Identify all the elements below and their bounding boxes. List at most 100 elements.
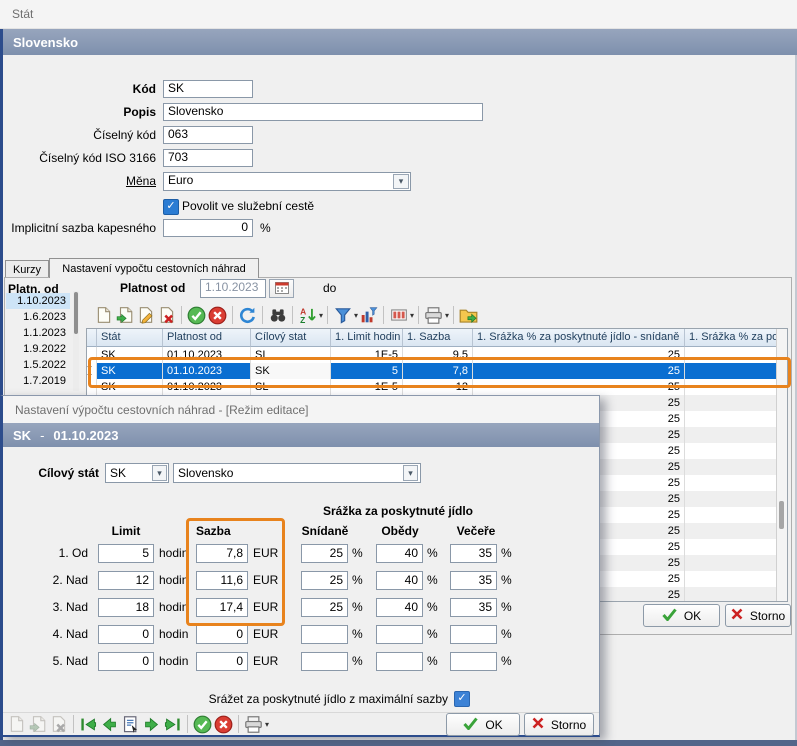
nav-prev-icon[interactable] <box>99 714 120 734</box>
printer-icon[interactable] <box>243 714 264 734</box>
binoculars-icon[interactable] <box>267 305 288 325</box>
main-ok-button[interactable]: OK <box>643 604 720 627</box>
page-edit-icon[interactable] <box>135 305 156 325</box>
limit-field[interactable]: 5 <box>98 544 154 563</box>
col-srazka-snidane[interactable]: 1. Srážka % za poskytnuté jídlo - snídan… <box>473 329 685 347</box>
filter-icon[interactable] <box>332 305 353 325</box>
confirm-icon[interactable] <box>192 714 213 734</box>
printer-dropdown-caret[interactable]: ▾ <box>445 311 449 320</box>
pocket-rate-field[interactable]: 0 <box>163 219 253 237</box>
rates-table-header[interactable]: Stát Platnost od Cílový stat 1. Limit ho… <box>87 329 787 347</box>
sort-dropdown-caret[interactable]: ▾ <box>319 311 323 320</box>
calendar-button[interactable] <box>269 279 294 298</box>
nav-first-icon[interactable] <box>78 714 99 734</box>
filter-chart-icon[interactable] <box>358 305 379 325</box>
rate-field[interactable]: 11,6 <box>196 571 248 590</box>
iso-kod-field[interactable]: 703 <box>163 149 253 167</box>
mena-combo[interactable]: Euro <box>163 172 411 191</box>
ciselny-kod-field[interactable]: 063 <box>163 126 253 144</box>
page-delete-icon[interactable] <box>156 305 177 325</box>
rate-field[interactable]: 17,4 <box>196 598 248 617</box>
mena-combo-arrow[interactable]: ▾ <box>393 174 409 189</box>
rate-field[interactable]: 0 <box>196 625 248 644</box>
lunch-field[interactable]: 40 <box>376 571 423 590</box>
breakfast-field[interactable] <box>301 625 348 644</box>
confirm-icon[interactable] <box>186 305 207 325</box>
dinner-field[interactable] <box>450 625 497 644</box>
inline-edit-cell[interactable]: SK <box>251 363 331 379</box>
mena-label[interactable]: Měna <box>0 172 156 190</box>
limit-field[interactable]: 0 <box>98 625 154 644</box>
dialog-titlebar[interactable]: Nastavení výpočtu cestovních náhrad - [R… <box>3 396 599 424</box>
col-sazba[interactable]: 1. Sazba <box>403 329 473 347</box>
breakfast-field[interactable] <box>301 652 348 671</box>
page-import-icon[interactable] <box>27 714 48 734</box>
table-row[interactable]: SK 01.10.2023 SI 1E-5 9,5 25 <box>87 347 787 363</box>
sort-az-icon[interactable]: AZ <box>297 305 318 325</box>
table-scrollbar[interactable] <box>776 329 787 601</box>
dialog-storno-button[interactable]: Storno <box>524 713 594 736</box>
columns-icon[interactable] <box>388 305 409 325</box>
limit-field[interactable]: 12 <box>98 571 154 590</box>
page-delete-icon[interactable] <box>48 714 69 734</box>
cancel-icon[interactable] <box>213 714 234 734</box>
dinner-field[interactable]: 35 <box>450 544 497 563</box>
lunch-field[interactable] <box>376 652 423 671</box>
side-list-scrollbar-thumb[interactable] <box>74 292 78 334</box>
nav-record-icon[interactable] <box>120 714 141 734</box>
main-window-titlebar[interactable]: Stát <box>0 0 797 29</box>
nav-last-icon[interactable] <box>162 714 183 734</box>
col-srazka-next[interactable]: 1. Srážka % za pos <box>685 329 787 347</box>
limit-field[interactable]: 0 <box>98 652 154 671</box>
tab-kurzy[interactable]: Kurzy <box>5 260 49 278</box>
max-rate-checkbox[interactable]: ✓ <box>454 691 470 707</box>
side-list-item[interactable]: 1.7.2019 <box>6 373 70 389</box>
printer-dropdown-caret[interactable]: ▾ <box>265 720 269 729</box>
popis-field[interactable]: Slovensko <box>163 103 483 121</box>
printer-icon[interactable] <box>423 305 444 325</box>
lunch-field[interactable]: 40 <box>376 598 423 617</box>
side-list-item[interactable]: 1.5.2022 <box>6 357 70 373</box>
kod-field[interactable]: SK <box>163 80 253 98</box>
side-list-item[interactable]: 1.6.2023 <box>6 309 70 325</box>
rate-field[interactable]: 0 <box>196 652 248 671</box>
breakfast-field[interactable]: 25 <box>301 571 348 590</box>
table-scrollbar-thumb[interactable] <box>779 501 784 529</box>
dialog-ok-button[interactable]: OK <box>446 713 520 736</box>
refresh-icon[interactable] <box>237 305 258 325</box>
row-label: 4. Nad <box>21 625 88 644</box>
side-list-item[interactable]: 1.10.2023 <box>6 293 70 309</box>
dinner-field[interactable] <box>450 652 497 671</box>
side-list-item[interactable]: 1.9.2022 <box>6 341 70 357</box>
col-stat[interactable]: Stát <box>97 329 163 347</box>
columns-dropdown-caret[interactable]: ▾ <box>410 311 414 320</box>
nav-next-icon[interactable] <box>141 714 162 734</box>
target-country-code-arrow[interactable]: ▾ <box>152 465 167 481</box>
page-import-icon[interactable] <box>114 305 135 325</box>
page-new-icon[interactable] <box>93 305 114 325</box>
target-country-name-arrow[interactable]: ▾ <box>403 465 418 481</box>
dinner-field[interactable]: 35 <box>450 598 497 617</box>
side-list-item[interactable]: 1.1.2023 <box>6 325 70 341</box>
col-limit-hodin[interactable]: 1. Limit hodin <box>331 329 403 347</box>
cancel-icon[interactable] <box>207 305 228 325</box>
platnost-od-filter-input[interactable]: 1.10.2023 <box>200 279 266 298</box>
rate-field[interactable]: 7,8 <box>196 544 248 563</box>
tab-nastaveni-nahrad[interactable]: Nastavení vypočtu cestovních náhrad <box>49 258 259 278</box>
breakfast-field[interactable]: 25 <box>301 598 348 617</box>
lunch-field[interactable] <box>376 625 423 644</box>
main-storno-button[interactable]: Storno <box>725 604 791 627</box>
lunch-field[interactable]: 40 <box>376 544 423 563</box>
page-new-icon[interactable] <box>6 714 27 734</box>
breakfast-field[interactable]: 25 <box>301 544 348 563</box>
col-platnost-od[interactable]: Platnost od <box>163 329 251 347</box>
side-list-scrollbar[interactable] <box>73 291 79 391</box>
target-country-name-combo[interactable]: Slovensko <box>173 463 421 483</box>
export-icon[interactable] <box>458 305 479 325</box>
limit-field[interactable]: 18 <box>98 598 154 617</box>
table-row[interactable]: SK 01.10.2023 SL 1E-5 12 25 <box>87 379 787 395</box>
dinner-field[interactable]: 35 <box>450 571 497 590</box>
povolit-checkbox[interactable]: ✓ <box>163 199 179 215</box>
table-row-selected[interactable]: I SK 01.10.2023 SK 5 7,8 25 <box>87 363 787 379</box>
col-cilovy-stat[interactable]: Cílový stat <box>251 329 331 347</box>
